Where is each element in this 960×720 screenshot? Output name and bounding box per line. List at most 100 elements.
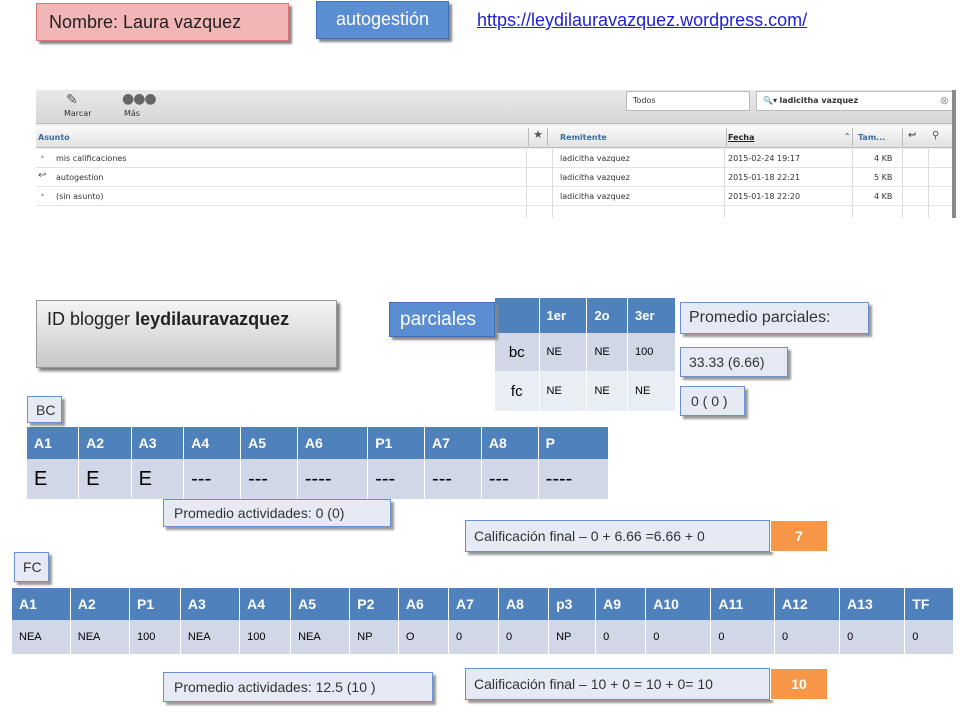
bc-header-cell: A7 [424,427,482,459]
fc-value-cell: 0 [595,620,647,654]
bc-header-cell: P [538,427,610,459]
star-icon[interactable]: ★ [528,128,548,146]
fc-header-cell: A12 [774,588,841,620]
mark-label[interactable]: Marcar [64,109,92,118]
fc-value-cell: NP [548,620,597,654]
parciales-header: 1er [539,298,588,333]
bc-header-cell: A6 [297,427,369,459]
fc-header-cell: A1 [12,588,71,620]
fc-value-cell: 0 [710,620,776,654]
mail-sender: ladicitha vazquez [560,192,630,201]
bc-header-cell: A8 [481,427,539,459]
bc-value-cell: E [27,459,80,499]
promedio-bc: 33.33 (6.66) [680,347,788,377]
mail-list: • mis calificaciones ladicitha vazquez 2… [36,149,956,218]
scrollbar[interactable] [952,90,956,218]
fc-value-cell: O [398,620,449,654]
fc-header-cell: A5 [290,588,351,620]
blogger-prefix: ID blogger [47,309,136,329]
mail-date: 2015-01-18 22:21 [728,173,801,182]
parciales-cell: NE [586,371,629,411]
bc-header-cell: A5 [240,427,298,459]
parciales-cell: 100 [627,333,676,371]
parciales-cell: NE [539,371,588,411]
more-icon[interactable]: ●●● [122,91,157,107]
search-input[interactable]: 🔍▾ ladicitha vazquez ⊗ [756,91,954,111]
date-column[interactable]: Fecha [728,133,754,142]
blogger-user: leydilauravazquez [135,309,290,329]
bc-value-cell: --- [424,459,482,499]
fc-label: FC [14,552,49,582]
read-dot-icon: • [40,191,45,200]
fc-value-cell: NEA [180,620,241,654]
size-column[interactable]: Tam... [858,133,885,142]
mail-toolbar: ✎ Marcar ●●● Más Todos 🔍▾ ladicitha vazq… [36,90,956,124]
sort-icon[interactable]: ⌃ [844,132,851,141]
bc-value-cell: --- [367,459,426,499]
read-dot-icon: • [40,153,45,162]
bc-label: BC [27,396,62,423]
reply-header-icon[interactable]: ↩ [908,130,916,141]
bc-value-cell: --- [240,459,298,499]
fc-value-cell: 100 [239,620,292,654]
bc-header-cell: A3 [131,427,185,459]
bc-table: A1 A2 A3 A4 A5 A6 P1 A7 A8 P E E E --- --- ---- --- --- -… [27,427,610,499]
bc-value-cell: ---- [538,459,610,499]
fc-header-cell: A2 [70,588,130,620]
mail-row[interactable]: • (sin asunto) ladicitha vazquez 2015-01… [36,187,956,206]
more-label[interactable]: Más [124,109,140,118]
parciales-table: 1er 2o 3er bc NE NE 100 fc NE NE NE [495,298,676,411]
fc-header-cell: A6 [398,588,449,620]
fc-header-cell: A3 [180,588,241,620]
promedio-parciales-label: Promedio parciales: [680,302,869,334]
bc-value-cell: E [131,459,185,499]
parciales-header [495,298,540,333]
fc-value-cell: 0 [498,620,550,654]
bc-header-cell: A2 [78,427,132,459]
fc-value-cell: 100 [129,620,181,654]
mail-size: 5 KB [874,173,893,182]
mail-sender: ladicitha vazquez [560,173,630,182]
bc-value-cell: E [78,459,132,499]
parciales-label: parciales [389,302,495,337]
mail-subject: mis calificaciones [56,154,127,163]
search-value: ladicitha vazquez [779,96,859,105]
filter-value: Todos [633,96,656,105]
parciales-cell: NE [627,371,676,411]
fc-promedio: Promedio actividades: 12.5 (10 ) [163,672,433,702]
bc-promedio: Promedio actividades: 0 (0) [163,499,391,527]
blog-link[interactable]: https://leydilauravazquez.wordpress.com/ [477,10,807,31]
parciales-header: 3er [627,298,676,333]
sender-column[interactable]: Remitente [560,133,607,142]
subject-column[interactable]: Asunto [38,133,70,142]
autogestion-button[interactable]: autogestión [316,1,449,39]
bc-value-cell: --- [183,459,242,499]
reply-icon: ↩ [38,170,47,181]
bc-value-cell: ---- [297,459,369,499]
attachment-icon[interactable]: ⚲ [932,130,939,141]
fc-header-cell: P1 [129,588,181,620]
fc-header-cell: P2 [349,588,399,620]
mail-row[interactable]: ↩ autogestion ladicitha vazquez 2015-01-… [36,168,956,187]
name-label: Nombre: Laura vazquez [36,3,289,41]
fc-header-cell: A7 [448,588,500,620]
fc-header-cell: A4 [239,588,292,620]
fc-header-cell: A8 [498,588,550,620]
fc-value-cell: 0 [839,620,906,654]
pen-icon[interactable]: ✎ [66,92,78,108]
fc-final-label: Calificación final – 10 + 0 = 10 + 0= 10 [465,668,770,700]
fc-header-cell: A13 [839,588,906,620]
filter-select[interactable]: Todos [626,91,750,111]
fc-value-cell: 0 [448,620,500,654]
mail-size: 4 KB [874,192,893,201]
mail-size: 4 KB [874,154,893,163]
parciales-cell: fc [495,371,540,411]
mail-row[interactable]: • mis calificaciones ladicitha vazquez 2… [36,149,956,168]
mail-sender: ladicitha vazquez [560,154,630,163]
fc-header-cell: TF [904,588,954,620]
fc-header-cell: A9 [595,588,647,620]
mail-header-row: Asunto ★ Remitente Fecha ⌃ Tam... ↩ ⚲ [36,126,956,148]
mail-subject: autogestion [56,173,104,182]
clear-icon[interactable]: ⊗ [940,94,949,107]
bc-header-cell: A4 [183,427,242,459]
